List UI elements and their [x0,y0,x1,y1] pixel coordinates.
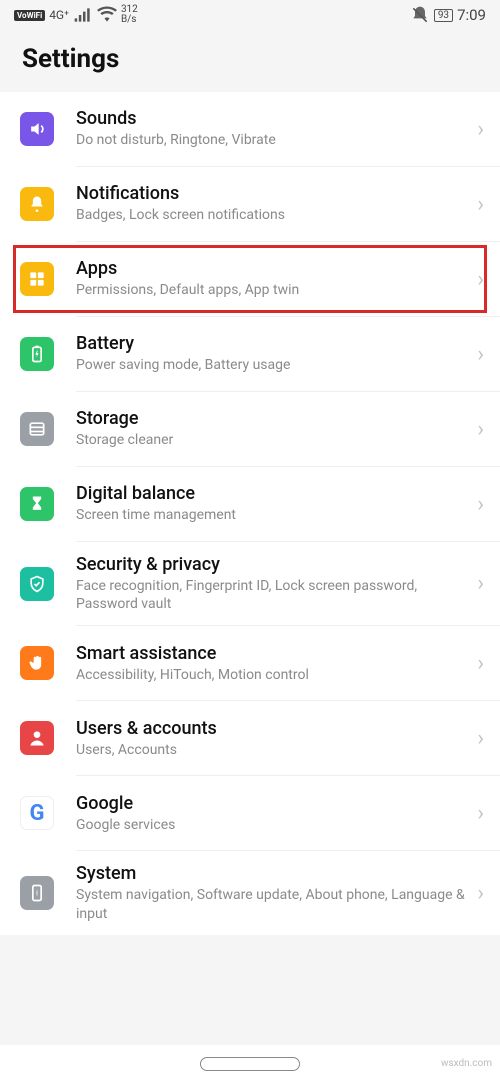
settings-row-storage[interactable]: Storage Storage cleaner › [0,392,500,466]
row-subtitle: Users, Accounts [76,741,471,759]
dnd-icon [410,5,430,25]
signal-icon [73,5,93,25]
status-right: 93 7:09 [410,5,486,25]
battery-icon [20,337,54,371]
system-icon: i [20,876,54,910]
row-title: Notifications [76,183,471,204]
svg-text:i: i [36,889,38,899]
chevron-right-icon: › [477,342,484,367]
row-title: Digital balance [76,483,471,504]
row-title: Google [76,793,471,814]
row-subtitle: Face recognition, Fingerprint ID, Lock s… [76,577,471,613]
chevron-right-icon: › [477,192,484,217]
user-icon [20,721,54,755]
hand-icon [20,646,54,680]
chevron-right-icon: › [477,651,484,676]
apps-icon [20,262,54,296]
navigation-bar [0,1045,500,1083]
row-title: System [76,863,471,884]
chevron-right-icon: › [477,881,484,906]
row-title: Smart assistance [76,643,471,664]
settings-row-battery[interactable]: Battery Power saving mode, Battery usage › [0,317,500,391]
settings-row-security-privacy[interactable]: Security & privacyFace recognition, Fing… [0,542,500,625]
row-title: Apps [76,258,471,279]
row-subtitle: Google services [76,816,471,834]
sound-icon [20,112,54,146]
chevron-right-icon: › [477,267,484,292]
row-title: Battery [76,333,471,354]
page-title: Settings [22,44,478,74]
status-bar: VoWiFi 4G⁺ 312 B/s 93 7:09 [0,0,500,30]
settings-row-notifications[interactable]: Notifications Badges, Lock screen notific… [0,167,500,241]
row-title: Sounds [76,108,471,129]
shield-icon [20,567,54,601]
settings-row-smart-assistance[interactable]: Smart assistance Accessibility, HiTouch, … [0,626,500,700]
hourglass-icon [20,487,54,521]
row-subtitle: Storage cleaner [76,431,471,449]
chevron-right-icon: › [477,801,484,826]
settings-header: Settings [0,30,500,92]
chevron-right-icon: › [477,726,484,751]
settings-list[interactable]: Sounds Do not disturb, Ringtone, Vibrate ›… [0,92,500,935]
vowifi-badge: VoWiFi [14,10,45,21]
row-title: Storage [76,408,471,429]
row-subtitle: Permissions, Default apps, App twin [76,281,471,299]
row-title: Security & privacy [76,554,471,575]
settings-row-google[interactable]: G Google Google services › [0,776,500,850]
watermark: wsxdn.com [441,1058,492,1069]
chevron-right-icon: › [477,117,484,142]
status-left: VoWiFi 4G⁺ 312 B/s [14,5,138,25]
row-subtitle: Do not disturb, Ringtone, Vibrate [76,131,471,149]
settings-row-sounds[interactable]: Sounds Do not disturb, Ringtone, Vibrate › [0,92,500,166]
row-subtitle: Accessibility, HiTouch, Motion control [76,666,471,684]
row-title: Users & accounts [76,718,471,739]
network-gen: 4G⁺ [49,8,69,22]
chevron-right-icon: › [477,492,484,517]
settings-row-apps[interactable]: Apps Permissions, Default apps, App twin › [10,242,490,316]
network-speed: 312 B/s [121,5,138,25]
chevron-right-icon: › [477,571,484,596]
row-subtitle: Screen time management [76,506,471,524]
row-subtitle: Power saving mode, Battery usage [76,356,471,374]
home-pill[interactable] [200,1057,300,1071]
storage-icon [20,412,54,446]
settings-row-users-accounts[interactable]: Users & accounts Users, Accounts › [0,701,500,775]
wifi-icon [97,5,117,25]
row-subtitle: Badges, Lock screen notifications [76,206,471,224]
battery-indicator: 93 [434,9,453,22]
chevron-right-icon: › [477,417,484,442]
row-subtitle: System navigation, Software update, Abou… [76,886,471,922]
bell-icon [20,187,54,221]
settings-row-system[interactable]: i SystemSystem navigation, Software updat… [0,851,500,934]
google-g-icon: G [20,796,54,830]
settings-row-digital-balance[interactable]: Digital balance Screen time management › [0,467,500,541]
clock: 7:09 [457,6,486,24]
